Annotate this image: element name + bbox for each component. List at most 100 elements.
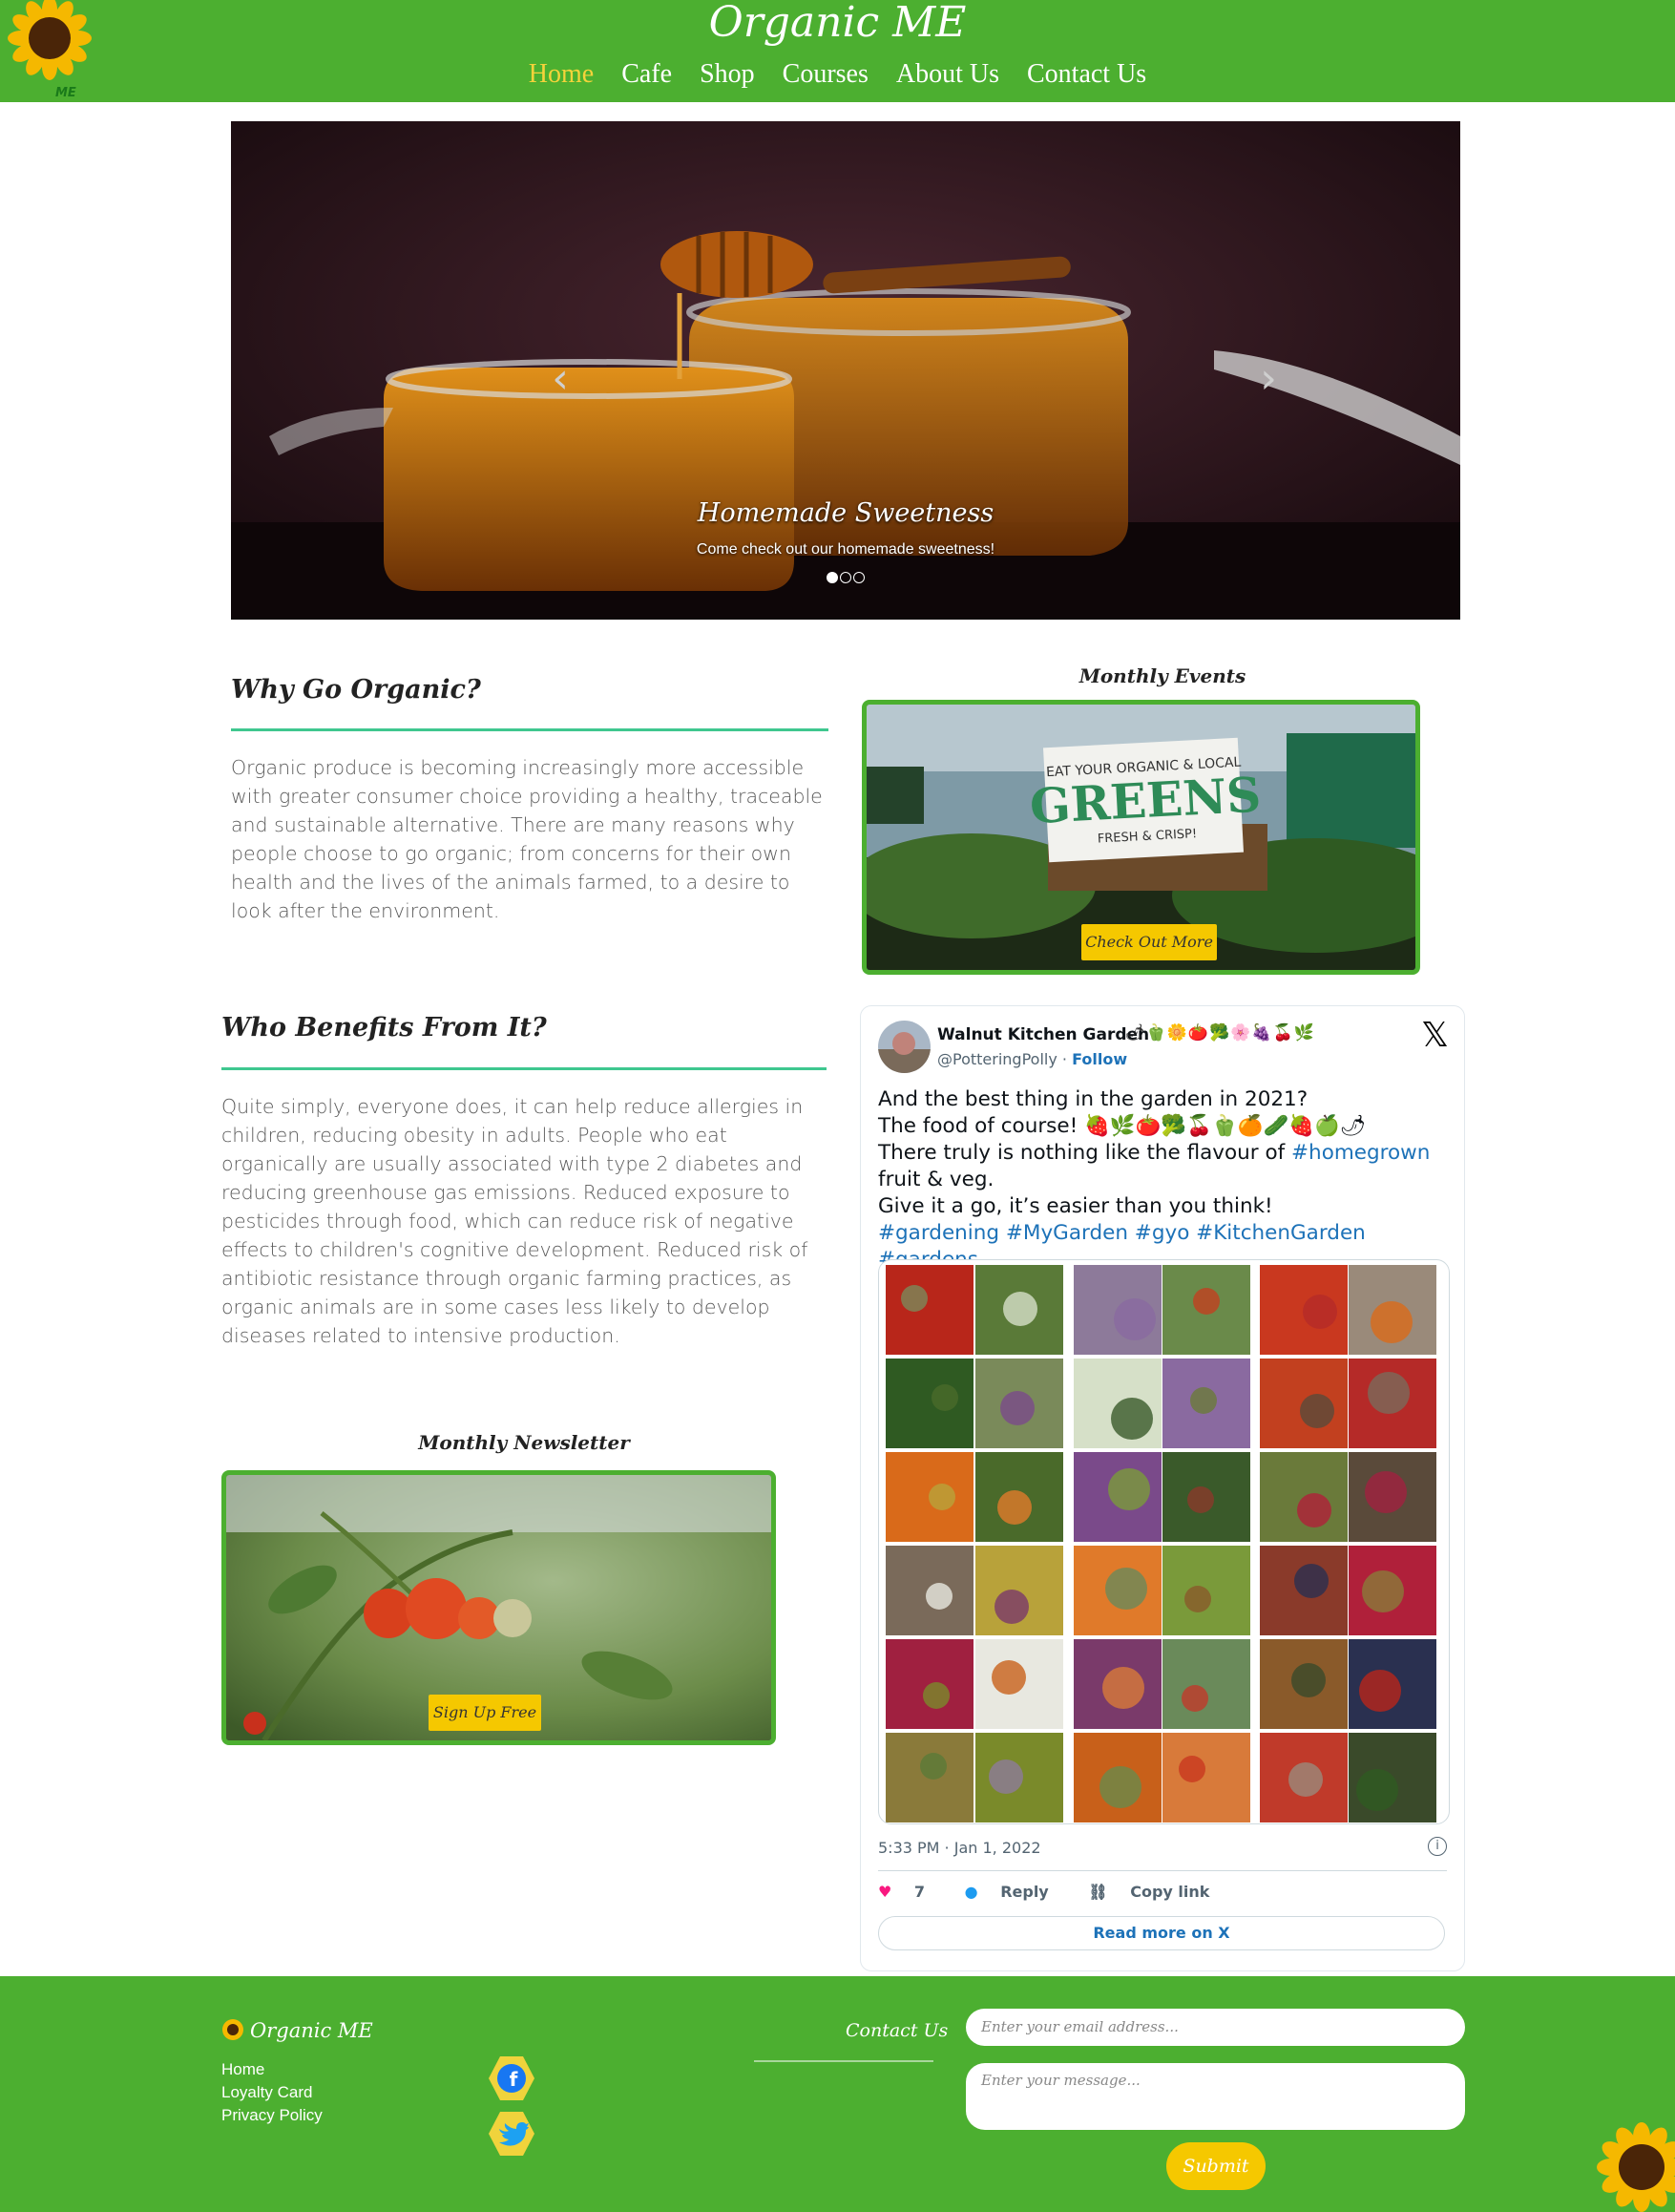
tweet-line-4: fruit & veg. <box>878 1168 995 1191</box>
photo-tile-detail <box>932 1384 958 1411</box>
photo-tile <box>1162 1639 1250 1729</box>
photo-tile-detail <box>901 1285 928 1312</box>
like-action[interactable]: ♥ 7 <box>878 1883 942 1901</box>
tweet-author-name[interactable]: Walnut Kitchen Garden <box>937 1025 1149 1044</box>
monthly-newsletter-card[interactable]: Sign Up Free <box>221 1470 776 1745</box>
tweet-handle-text[interactable]: @PotteringPolly <box>937 1050 1057 1068</box>
photo-tile-detail <box>1190 1387 1217 1414</box>
main-nav: Home Cafe Shop Courses About Us Contact … <box>0 59 1675 90</box>
tweet-avatar[interactable] <box>878 1021 931 1073</box>
photo-tile-detail <box>1291 1663 1326 1697</box>
tweet-line-5: Give it a go, it’s easier than you think… <box>878 1194 1273 1218</box>
photo-tile-detail <box>1288 1762 1323 1797</box>
footer-link-privacy-policy[interactable]: Privacy Policy <box>221 2104 323 2127</box>
why-organic-text: Organic produce is becoming increasingly… <box>231 756 823 922</box>
photo-tile-detail <box>1193 1288 1220 1315</box>
footer-contact-divider <box>754 2060 933 2062</box>
carousel-caption-text: Come check out our homemade sweetness! <box>696 541 995 558</box>
tweet-author-handle: @PotteringPolly · Follow <box>937 1050 1128 1068</box>
photo-tile <box>886 1359 974 1448</box>
who-benefits-divider <box>221 1067 827 1070</box>
tweet-line-2: The food of course! 🍓🌿🍅🥦🍒🫑🍊🥒🍓🍏🌶 <box>878 1114 1367 1138</box>
photo-tile-detail <box>997 1490 1032 1525</box>
check-out-more-button[interactable]: Check Out More <box>1081 924 1217 960</box>
photo-tile <box>886 1265 974 1355</box>
footer-brand-text: Organic ME <box>250 2019 373 2042</box>
nav-about-us[interactable]: About Us <box>896 59 999 90</box>
photo-tile-detail <box>1368 1372 1410 1414</box>
photo-tile-detail <box>1105 1568 1147 1610</box>
twitter-icon[interactable] <box>488 2110 535 2158</box>
photo-tile-detail <box>1184 1586 1211 1612</box>
carousel-next-icon[interactable]: › <box>1245 355 1292 403</box>
hero-carousel[interactable]: ‹ › Homemade Sweetness Come check out ou… <box>231 121 1460 620</box>
photo-tile-detail <box>1359 1670 1401 1712</box>
photo-tile-detail <box>1099 1766 1141 1808</box>
tweet-timestamp[interactable]: 5:33 PM · Jan 1, 2022 <box>878 1839 1041 1857</box>
site-title: Organic ME <box>708 0 967 47</box>
photo-tile-detail <box>1303 1295 1337 1329</box>
tweet-line-3-text: There truly is nothing like the flavour … <box>878 1141 1292 1165</box>
monthly-newsletter-title: Monthly Newsletter <box>418 1431 630 1454</box>
photo-tile-detail <box>1111 1398 1153 1440</box>
read-more-on-x-button[interactable]: Read more on X <box>878 1916 1445 1950</box>
copy-link-action[interactable]: ⛓ Copy link <box>1088 1883 1226 1901</box>
tweet-photo-grid[interactable] <box>878 1259 1450 1824</box>
footer-links: Home Loyalty Card Privacy Policy <box>221 2058 323 2127</box>
nav-contact-us[interactable]: Contact Us <box>1027 59 1146 90</box>
photo-tile-detail <box>920 1753 947 1780</box>
photo-tile-detail <box>1356 1769 1398 1811</box>
submit-button[interactable]: Submit <box>1166 2142 1266 2190</box>
footer-brand[interactable]: Organic ME <box>221 2018 373 2042</box>
vegetable-photos-image <box>886 1265 1436 1822</box>
photo-tile-detail <box>989 1759 1023 1794</box>
message-input[interactable]: Enter your message... <box>966 2063 1465 2130</box>
photo-tile-detail <box>995 1590 1029 1624</box>
carousel-dot-3[interactable] <box>853 572 865 583</box>
why-organic-divider <box>231 728 828 731</box>
sunflower-icon <box>221 2018 244 2041</box>
photo-tile-detail <box>929 1484 955 1510</box>
email-input[interactable]: Enter your email address... <box>966 2009 1465 2046</box>
photo-tile-detail <box>1102 1667 1144 1709</box>
nav-home[interactable]: Home <box>529 59 594 90</box>
tweet-author-emojis: 🌶🫑🌼🍅🥦🌸🍇🍒🌿 <box>1124 1023 1315 1043</box>
photo-tile-detail <box>1294 1564 1329 1598</box>
sign-up-free-button[interactable]: Sign Up Free <box>429 1695 541 1731</box>
link-icon: ⛓ <box>1088 1883 1108 1901</box>
photo-tile-detail <box>1000 1391 1035 1425</box>
nav-courses[interactable]: Courses <box>783 59 869 90</box>
nav-shop[interactable]: Shop <box>700 59 755 90</box>
photo-tile-detail <box>1179 1756 1205 1782</box>
photo-tile-detail <box>1182 1685 1208 1712</box>
info-icon[interactable]: i <box>1428 1837 1447 1856</box>
x-logo-icon[interactable]: 𝕏 <box>1421 1016 1449 1055</box>
nav-cafe[interactable]: Cafe <box>621 59 672 90</box>
carousel-caption-title: Homemade Sweetness <box>697 498 995 528</box>
photo-tile-detail <box>926 1583 953 1610</box>
photo-tile-detail <box>1371 1301 1413 1343</box>
footer-link-loyalty-card[interactable]: Loyalty Card <box>221 2081 323 2104</box>
who-benefits-text: Quite simply, everyone does, it can help… <box>221 1095 808 1347</box>
tweet-follow-link[interactable]: Follow <box>1072 1050 1127 1068</box>
heart-icon: ♥ <box>878 1883 892 1901</box>
site-footer: Organic ME Home Loyalty Card Privacy Pol… <box>0 1976 1675 2212</box>
monthly-events-title: Monthly Events <box>1078 664 1246 687</box>
tweet-hashtag-homegrown[interactable]: #homegrown <box>1291 1141 1430 1165</box>
facebook-icon[interactable]: f <box>488 2054 535 2102</box>
footer-link-home[interactable]: Home <box>221 2058 323 2081</box>
photo-tile-detail <box>1300 1394 1334 1428</box>
monthly-events-card[interactable]: EAT YOUR ORGANIC & LOCAL GREENS FRESH & … <box>862 700 1420 975</box>
carousel-dot-2[interactable] <box>840 572 851 583</box>
photo-tile-detail <box>1108 1468 1150 1510</box>
photo-tile-detail <box>1297 1493 1331 1527</box>
embedded-tweet[interactable]: Walnut Kitchen Garden 🌶🫑🌼🍅🥦🌸🍇🍒🌿 @Potteri… <box>860 1005 1465 1971</box>
svg-text:f: f <box>510 2068 518 2091</box>
reply-action[interactable]: ● Reply <box>965 1883 1066 1901</box>
photo-tile-detail <box>1003 1292 1037 1326</box>
carousel-prev-icon[interactable]: ‹ <box>536 355 584 403</box>
tweet-line-1: And the best thing in the garden in 2021… <box>878 1087 1309 1111</box>
carousel-dot-1[interactable] <box>827 572 838 583</box>
who-benefits-title: Who Benefits From It? <box>221 1013 547 1043</box>
photo-tile-detail <box>1187 1486 1214 1513</box>
